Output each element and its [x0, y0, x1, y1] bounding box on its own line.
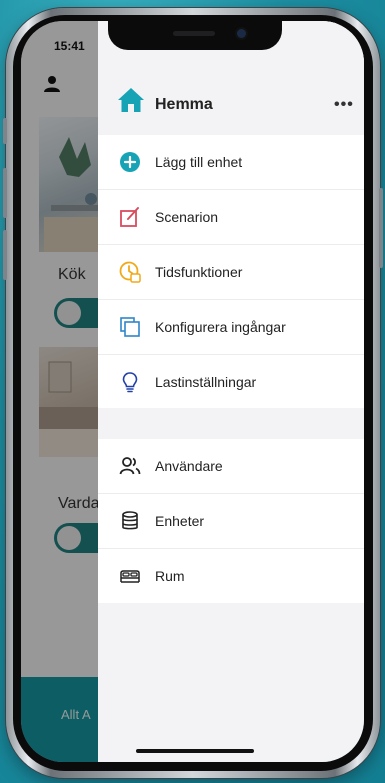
room-label: Varda: [58, 495, 100, 512]
menu-item-label: Scenarion: [155, 209, 219, 225]
mute-switch: [3, 118, 7, 144]
speaker: [173, 31, 215, 36]
notch: [108, 21, 282, 50]
room-label: Kök: [58, 266, 86, 283]
drawer-title[interactable]: Hemma: [155, 96, 213, 114]
menu-item-label: Enheter: [155, 513, 205, 529]
menu-item-scenes[interactable]: Scenarion: [98, 190, 364, 245]
status-time: 15:41: [54, 39, 85, 53]
more-options-icon[interactable]: •••: [334, 96, 354, 114]
menu-item-users[interactable]: Användare: [98, 439, 364, 494]
edit-note-icon: [119, 206, 141, 228]
copy-icon: [119, 316, 141, 338]
clock-icon: [119, 261, 141, 283]
home-indicator[interactable]: [136, 749, 254, 753]
screen: 15:41 Kök Varda Allt A Hemma ••• Lägg ti…: [21, 21, 364, 762]
camera-icon: [237, 29, 246, 38]
home-icon: [118, 88, 144, 112]
side-drawer: Hemma ••• Lägg till enhet Scenarion Tids…: [98, 21, 364, 762]
volume-up-button: [3, 168, 7, 218]
menu-item-label: Rum: [155, 568, 185, 584]
bottom-bar-label: Allt A: [61, 707, 91, 722]
toggle-knob: [57, 301, 81, 325]
toggle-knob: [57, 526, 81, 550]
users-icon: [119, 455, 141, 477]
menu-section-admin: Användare Enheter Rum: [98, 439, 364, 603]
menu-item-label: Tidsfunktioner: [155, 264, 243, 280]
menu-item-load-settings[interactable]: Lastinställningar: [98, 355, 364, 409]
database-icon: [119, 510, 141, 532]
add-circle-icon: [119, 151, 141, 173]
menu-item-rooms[interactable]: Rum: [98, 549, 364, 603]
menu-item-timers[interactable]: Tidsfunktioner: [98, 245, 364, 300]
menu-item-label: Användare: [155, 458, 223, 474]
menu-item-add-device[interactable]: Lägg till enhet: [98, 135, 364, 190]
volume-down-button: [3, 230, 7, 280]
menu-item-label: Lägg till enhet: [155, 154, 243, 170]
power-button: [379, 188, 383, 268]
bed-icon: [119, 565, 141, 587]
menu-section-main: Lägg till enhet Scenarion Tidsfunktioner: [98, 135, 364, 408]
menu-item-devices[interactable]: Enheter: [98, 494, 364, 549]
menu-item-label: Konfigurera ingångar: [155, 319, 286, 335]
person-icon[interactable]: [43, 75, 61, 93]
menu-item-label: Lastinställningar: [155, 374, 257, 390]
menu-item-configure-inputs[interactable]: Konfigurera ingångar: [98, 300, 364, 355]
background: 15:41 Kök Varda Allt A Hemma ••• Lägg ti…: [0, 0, 385, 783]
bulb-icon: [119, 371, 141, 393]
